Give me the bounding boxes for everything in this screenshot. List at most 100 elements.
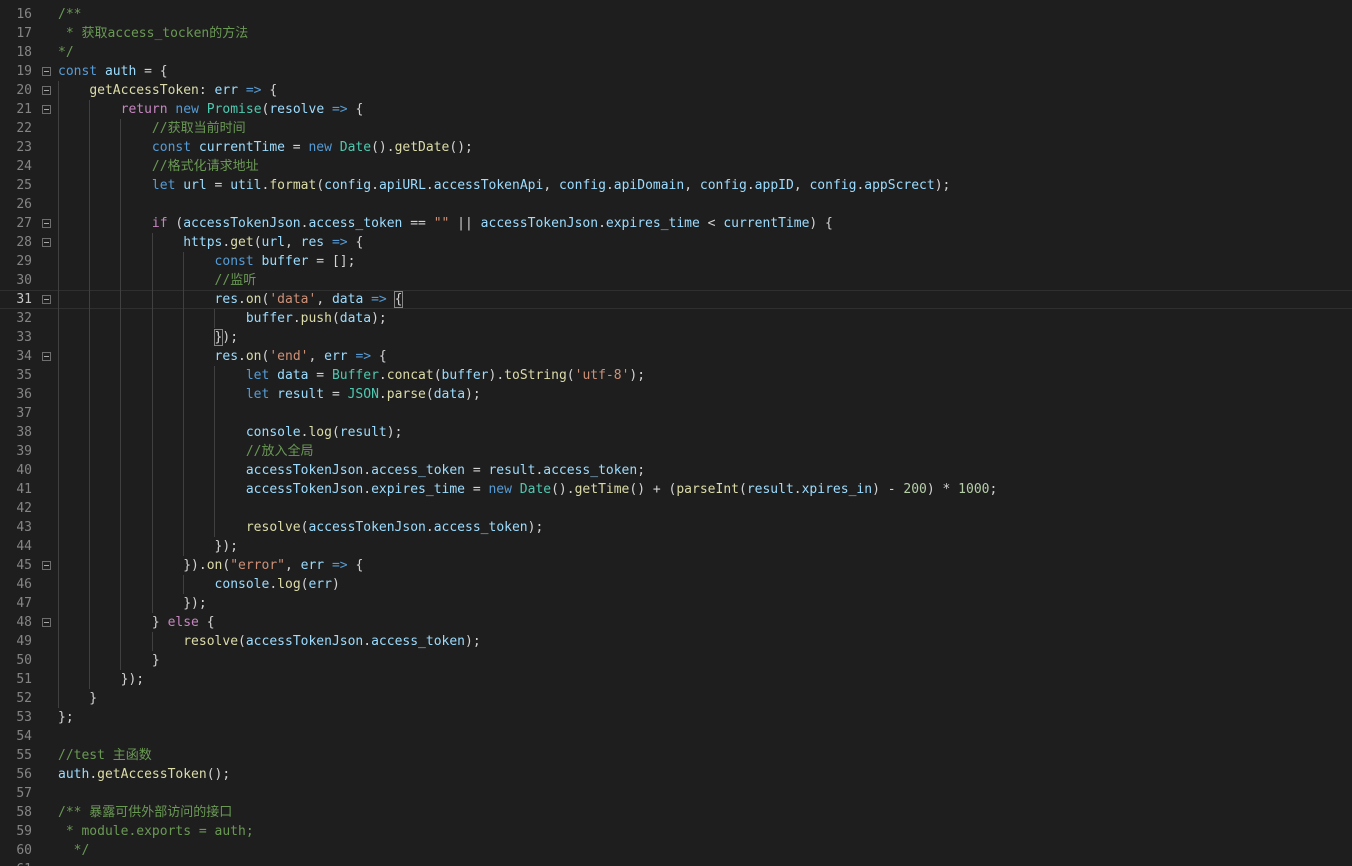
code-token: const [58,64,98,79]
code-token: ( [331,311,340,326]
code-token: . [238,349,246,364]
code-line[interactable]: 26 [0,195,1352,214]
code-line[interactable]: 24 //格式化请求地址 [0,157,1352,176]
code-line[interactable]: 34 res.on('end', err => { [0,347,1352,366]
code-token: . [378,387,387,402]
code-token: //获取当前时间 [151,121,246,136]
code-token: accessTokenJson [308,520,426,535]
code-line[interactable]: 38 console.log(result); [0,423,1352,442]
fold-toggle-icon[interactable] [42,219,51,228]
code-line[interactable]: 57 [0,784,1352,803]
code-text: * module.exports = auth; [58,822,254,841]
code-line[interactable]: 61 [0,860,1352,866]
code-line[interactable]: 49 resolve(accessTokenJson.access_token)… [0,632,1352,651]
code-line[interactable]: 37 [0,404,1352,423]
code-token: . [363,634,372,649]
code-line[interactable]: 58 /** 暴露可供外部访问的接口 [0,803,1352,822]
code-token: config [324,178,372,193]
code-line[interactable]: 55 //test 主函数 [0,746,1352,765]
code-line[interactable]: 36 let result = JSON.parse(data); [0,385,1352,404]
code-token: ) - [872,482,904,497]
code-token: { [347,235,364,250]
code-line[interactable]: 27 if (accessTokenJson.access_token == "… [0,214,1352,233]
code-token: expires_time [371,482,465,497]
code-token: currentTime [198,140,285,155]
code-line[interactable]: 52 } [0,689,1352,708]
code-token: 1000 [958,482,990,497]
fold-toggle-icon[interactable] [42,105,51,114]
code-line[interactable]: 48 } else { [0,613,1352,632]
code-token: res [214,349,239,364]
code-line[interactable]: 60 */ [0,841,1352,860]
code-line[interactable]: 31 res.on('data', data => { [0,290,1352,309]
code-token: //监听 [214,273,257,288]
fold-toggle-icon[interactable] [42,67,51,76]
code-token: getDate [394,140,450,155]
code-line[interactable]: 18 */ [0,43,1352,62]
code-line[interactable]: 44 }); [0,537,1352,556]
code-text: buffer.push(data); [58,309,387,328]
code-line[interactable]: 19 const auth = { [0,62,1352,81]
code-text: let data = Buffer.concat(buffer).toStrin… [58,366,645,385]
code-token: err [308,577,332,592]
fold-toggle-icon[interactable] [42,352,51,361]
code-line[interactable]: 25 let url = util.format(config.apiURL.a… [0,176,1352,195]
code-token: { [261,83,278,98]
code-token: /** 暴露可供外部访问的接口 [58,805,233,820]
code-line[interactable]: 16 /** [0,5,1352,24]
code-line[interactable]: 28 https.get(url, res => { [0,233,1352,252]
code-text: console.log(err) [58,575,340,594]
code-token: err [300,558,325,573]
fold-toggle-icon[interactable] [42,86,51,95]
code-line[interactable]: 17 * 获取access_tocken的方法 [0,24,1352,43]
code-line[interactable]: 33 }); [0,328,1352,347]
code-token: }); [58,539,239,554]
code-line[interactable]: 46 console.log(err) [0,575,1352,594]
code-text: */ [58,43,74,62]
code-line[interactable]: 32 buffer.push(data); [0,309,1352,328]
fold-toggle-icon[interactable] [42,561,51,570]
code-token: get [230,235,254,250]
code-token: ); [222,330,239,345]
code-line[interactable]: 45 }).on("error", err => { [0,556,1352,575]
code-line[interactable]: 53}; [0,708,1352,727]
code-line[interactable]: 23 const currentTime = new Date().getDat… [0,138,1352,157]
code-line[interactable]: 41 accessTokenJson.expires_time = new Da… [0,480,1352,499]
code-line[interactable]: 50 } [0,651,1352,670]
code-line[interactable]: 43 resolve(accessTokenJson.access_token)… [0,518,1352,537]
code-lines: 16 /** 17 * 获取access_tocken的方法 18 */ 19 const … [0,5,1352,866]
code-token: result [746,482,794,497]
code-line[interactable]: 42 [0,499,1352,518]
code-line[interactable]: 20 getAccessToken: err => { [0,81,1352,100]
indent-guide [152,404,153,423]
code-line[interactable]: 39 //放入全局 [0,442,1352,461]
code-line[interactable]: 21 return new Promise(resolve => { [0,100,1352,119]
code-line[interactable]: 59 * module.exports = auth; [0,822,1352,841]
fold-toggle-icon[interactable] [42,618,51,627]
code-token: . [238,292,246,307]
code-line[interactable]: 54 [0,727,1352,746]
code-text: } else { [58,613,215,632]
code-line[interactable]: 56 auth.getAccessToken(); [0,765,1352,784]
code-token: { [371,349,387,364]
code-line[interactable]: 35 let data = Buffer.concat(buffer).toSt… [0,366,1352,385]
code-line[interactable]: 30 //监听 [0,271,1352,290]
code-line[interactable]: 47 }); [0,594,1352,613]
fold-toggle-icon[interactable] [42,238,51,247]
code-line[interactable]: 29 const buffer = []; [0,252,1352,271]
code-line[interactable]: 22 //获取当前时间 [0,119,1352,138]
code-token: , [684,178,700,193]
code-line[interactable]: 51 }); [0,670,1352,689]
code-line[interactable]: 40 accessTokenJson.access_token = result… [0,461,1352,480]
code-editor[interactable]: 16 /** 17 * 获取access_tocken的方法 18 */ 19 const … [0,0,1352,866]
line-number: 40 [16,463,32,478]
code-token: }). [58,558,207,573]
fold-toggle-icon[interactable] [42,295,51,304]
code-token: ) [331,577,340,592]
